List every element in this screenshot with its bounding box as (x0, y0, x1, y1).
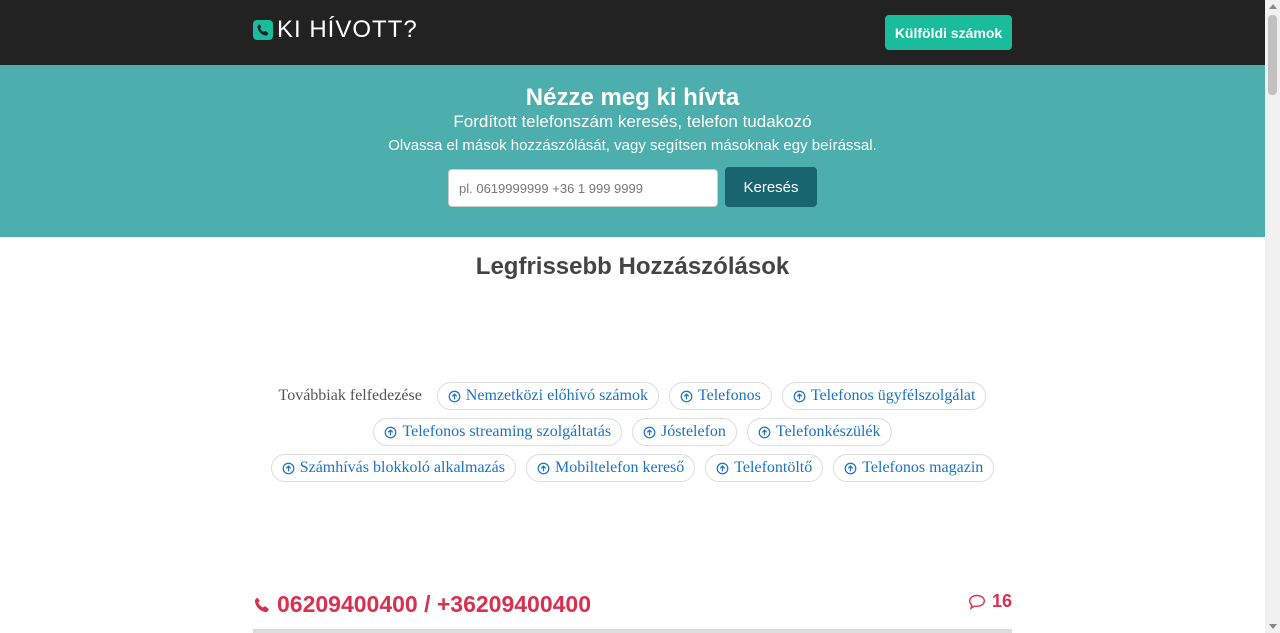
page-scrollbar[interactable] (1265, 0, 1280, 633)
search-button[interactable]: Keresés (725, 167, 817, 207)
explore-chip[interactable]: Mobiltelefon kereső (525, 454, 696, 482)
arrow-circle-icon (716, 462, 729, 474)
top-navbar: KI HÍVOTT? Külföldi számok (0, 0, 1265, 65)
arrow-circle-icon (282, 462, 295, 474)
explore-chip[interactable]: Jóstelefon (632, 418, 737, 446)
explore-label: Továbbiak felfedezése (278, 387, 422, 404)
scrollbar-thumb[interactable] (1268, 15, 1277, 95)
arrow-circle-icon (537, 462, 550, 474)
explore-chip[interactable]: Telefontöltő (705, 454, 824, 482)
arrow-circle-icon (758, 426, 771, 438)
hero-subtitle: Fordított telefonszám keresés, telefon t… (453, 112, 812, 131)
hero-title: Nézze meg ki hívta (525, 84, 740, 111)
phone-search-input[interactable] (448, 169, 718, 207)
explore-chip[interactable]: Telefonos ügyfélszolgálat (781, 382, 987, 410)
arrow-circle-icon (448, 390, 461, 402)
comment-entry-header: 06209400400 / +36209400400 16 (253, 591, 1012, 621)
arrow-circle-icon (844, 462, 857, 474)
latest-comments-heading: Legfrissebb Hozzászólások (475, 253, 790, 280)
scroll-up-icon[interactable] (1269, 4, 1277, 9)
entry-divider (253, 629, 1012, 633)
comment-count-value: 16 (991, 591, 1012, 611)
entry-phone-link[interactable]: 06209400400 / +36209400400 (253, 591, 591, 618)
arrow-circle-icon (680, 390, 693, 402)
explore-chip[interactable]: Számhívás blokkoló alkalmazás (270, 454, 516, 482)
scroll-down-icon[interactable] (1269, 624, 1277, 629)
arrow-circle-icon (643, 426, 656, 438)
search-hero: Nézze meg ki hívta Fordított telefonszám… (0, 65, 1265, 237)
explore-chip[interactable]: Telefonkészülék (746, 418, 892, 446)
explore-more-block: Továbbiak felfedezése Nemzetközi előhívó… (260, 382, 1005, 491)
explore-chip[interactable]: Nemzetközi előhívó számok (436, 382, 659, 410)
arrow-circle-icon (793, 390, 806, 402)
explore-chip[interactable]: Telefonos (668, 382, 772, 410)
explore-chip[interactable]: Telefonos streaming szolgáltatás (373, 418, 623, 446)
phone-icon (253, 20, 273, 40)
foreign-numbers-button[interactable]: Külföldi számok (885, 15, 1012, 50)
comment-count: 16 (968, 591, 1012, 612)
explore-chip[interactable]: Telefonos magazin (833, 454, 995, 482)
brand-name: KI HÍVOTT? (277, 16, 418, 43)
phone-icon (254, 596, 269, 612)
brand-logo-link[interactable]: KI HÍVOTT? (253, 16, 418, 44)
arrow-circle-icon (385, 426, 397, 438)
entry-phone-number: 06209400400 / +36209400400 (277, 591, 592, 617)
comment-icon (968, 594, 985, 610)
hero-description: Olvassa el mások hozzászólását, vagy seg… (388, 137, 877, 154)
